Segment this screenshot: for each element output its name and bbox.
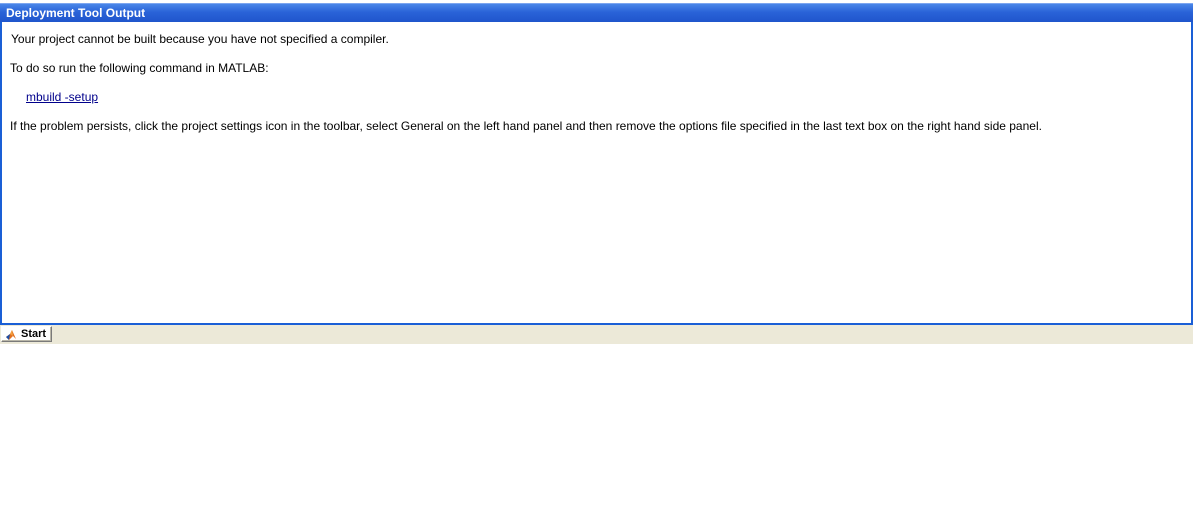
matlab-logo-icon bbox=[6, 330, 16, 340]
mbuild-setup-link[interactable]: mbuild -setup bbox=[26, 90, 98, 104]
deployment-tool-output-panel bbox=[0, 3, 1193, 325]
start-button[interactable]: Start bbox=[1, 326, 52, 342]
mbuild-setup-link-text[interactable]: mbuild -setup bbox=[26, 90, 98, 104]
start-label: Start bbox=[21, 328, 47, 340]
status-bar: Start bbox=[0, 325, 1193, 344]
panel-title-bar: Deployment Tool Output bbox=[0, 3, 1193, 22]
instruction-text: To do so run the following command in MA… bbox=[10, 61, 269, 75]
error-message: Your project cannot be built because you… bbox=[11, 32, 389, 46]
troubleshooting-text: If the problem persists, click the proje… bbox=[10, 119, 1042, 133]
panel-title: Deployment Tool Output bbox=[6, 6, 146, 20]
